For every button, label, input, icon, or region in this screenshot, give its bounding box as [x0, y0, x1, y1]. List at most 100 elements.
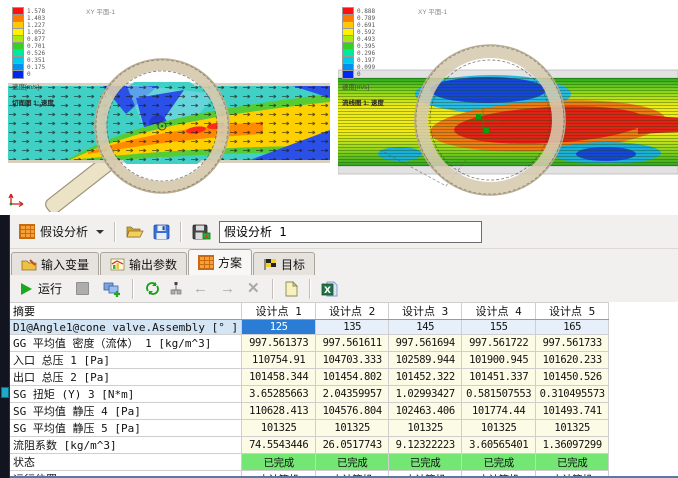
- batch-run-button[interactable]: [99, 279, 126, 299]
- legend-tick-value: 0: [27, 71, 31, 78]
- tab-goals[interactable]: 目标: [253, 252, 315, 275]
- design-point-cell[interactable]: 101325: [536, 420, 609, 437]
- legend-entry: 0: [342, 71, 384, 78]
- design-point-cell[interactable]: 101900.945: [462, 352, 536, 369]
- design-point-cell[interactable]: 已完成: [462, 454, 536, 471]
- row-label: SG 平均值 静压 5 [Pa]: [10, 420, 242, 437]
- legend-tick-value: 0.592: [357, 29, 375, 36]
- velocity-legend: 0.8880.7890.6910.5920.4930.3950.2960.197…: [342, 8, 384, 107]
- legend-tick-value: 1.227: [27, 22, 45, 29]
- design-point-cell[interactable]: 102589.944: [389, 352, 462, 369]
- whatif-analysis-menu[interactable]: 假设分析: [15, 221, 108, 242]
- design-point-cell[interactable]: 本计算机: [389, 471, 462, 477]
- open-study-button[interactable]: [122, 222, 149, 241]
- stop-icon[interactable]: [76, 282, 89, 295]
- legend-tick-value: 0.701: [27, 43, 45, 50]
- design-point-cell[interactable]: 101452.322: [389, 369, 462, 386]
- design-point-cell[interactable]: 104576.804: [316, 403, 389, 420]
- whatif-menu-label: 假设分析: [40, 223, 88, 240]
- separator: [272, 279, 274, 299]
- legend-tick-value: 0.197: [357, 57, 375, 64]
- new-document-button[interactable]: [280, 279, 303, 299]
- design-point-cell[interactable]: 145: [389, 320, 462, 335]
- design-point-cell[interactable]: 102463.406: [389, 403, 462, 420]
- design-point-cell[interactable]: 已完成: [242, 454, 316, 471]
- design-point-cell[interactable]: 165: [536, 320, 609, 335]
- design-point-cell[interactable]: 110628.413: [242, 403, 316, 420]
- export-excel-button[interactable]: X: [317, 279, 343, 299]
- cfd-flow-trajectory-plot: XY 平面-1 0.8880.7890.6910.5920.4930.3950.…: [338, 2, 678, 212]
- design-point-cell[interactable]: 101325: [389, 420, 462, 437]
- design-point-cell[interactable]: 101774.44: [462, 403, 536, 420]
- design-point-cell[interactable]: 997.561694: [389, 335, 462, 352]
- legend-tick-value: 1.403: [27, 15, 45, 22]
- design-point-cell[interactable]: 997.561373: [242, 335, 316, 352]
- table-row: SG 平均值 静压 5 [Pa]101325101325101325101325…: [10, 420, 609, 437]
- design-points-table: 摘要 设计点 1 设计点 2 设计点 3 设计点 4 设计点 5 D1@Angl…: [9, 302, 678, 476]
- previous-point-button[interactable]: ←: [187, 281, 214, 296]
- column-header[interactable]: 设计点 1: [242, 303, 316, 320]
- design-point-cell[interactable]: 26.0517743: [316, 437, 389, 454]
- add-point-button[interactable]: [165, 279, 187, 298]
- design-point-cell[interactable]: 101620.233: [536, 352, 609, 369]
- design-point-cell[interactable]: 125: [242, 320, 316, 335]
- design-point-cell[interactable]: 本计算机: [242, 471, 316, 477]
- design-point-cell[interactable]: 3.65285663: [242, 386, 316, 403]
- design-point-cell[interactable]: 101325: [462, 420, 536, 437]
- design-point-cell[interactable]: 101458.344: [242, 369, 316, 386]
- whatif-analysis-panel: 假设分析: [0, 215, 678, 478]
- design-point-cell[interactable]: 104703.333: [316, 352, 389, 369]
- design-point-cell[interactable]: 本计算机: [316, 471, 389, 477]
- design-point-cell[interactable]: 101493.741: [536, 403, 609, 420]
- side-window-edge: [0, 215, 10, 478]
- design-point-cell[interactable]: 997.561722: [462, 335, 536, 352]
- column-header[interactable]: 设计点 3: [389, 303, 462, 320]
- input-variables-icon: [21, 258, 37, 271]
- table-row: 运行位置:本计算机本计算机本计算机本计算机本计算机: [10, 471, 609, 477]
- design-point-cell[interactable]: 101325: [242, 420, 316, 437]
- design-point-cell[interactable]: 本计算机: [462, 471, 536, 477]
- column-header[interactable]: 设计点 5: [536, 303, 609, 320]
- delete-point-button[interactable]: ✕: [241, 281, 266, 296]
- excel-icon: X: [321, 281, 339, 297]
- study-name-input[interactable]: [219, 221, 482, 243]
- design-point-cell[interactable]: 本计算机: [536, 471, 609, 477]
- legend-tick-value: 0.493: [357, 36, 375, 43]
- design-point-cell[interactable]: 已完成: [536, 454, 609, 471]
- design-point-cell[interactable]: 997.561733: [536, 335, 609, 352]
- column-header[interactable]: 设计点 4: [462, 303, 536, 320]
- design-point-cell[interactable]: 101325: [316, 420, 389, 437]
- design-point-cell[interactable]: 9.12322223: [389, 437, 462, 454]
- run-button[interactable]: 运行: [17, 278, 66, 299]
- tab-scenarios[interactable]: 方案: [188, 249, 252, 275]
- cfd-cut-plot: XY 平面-1 1.5781.4031.2271.0520.8770.7010.…: [8, 2, 330, 212]
- legend-unit: 速度[m/s]: [12, 81, 54, 91]
- design-point-cell[interactable]: 已完成: [316, 454, 389, 471]
- design-point-cell[interactable]: 135: [316, 320, 389, 335]
- design-point-cell[interactable]: 1.36097299: [536, 437, 609, 454]
- design-point-cell[interactable]: 155: [462, 320, 536, 335]
- design-point-cell[interactable]: 0.310495573: [536, 386, 609, 403]
- docked-window-icon: [1, 387, 9, 398]
- tab-output-parameters[interactable]: 输出参数: [100, 252, 187, 275]
- next-point-button[interactable]: →: [214, 281, 241, 296]
- legend-tick-value: 0.789: [357, 15, 375, 22]
- save-study-button[interactable]: [149, 222, 174, 242]
- design-point-cell[interactable]: 101450.526: [536, 369, 609, 386]
- design-point-cell[interactable]: 74.5543446: [242, 437, 316, 454]
- separator: [180, 222, 182, 242]
- design-point-cell[interactable]: 1.02993427: [389, 386, 462, 403]
- design-point-cell[interactable]: 0.581507553: [462, 386, 536, 403]
- legend-entry: 0: [12, 71, 54, 78]
- tab-input-variables[interactable]: 输入变量: [11, 252, 99, 275]
- design-point-cell[interactable]: 997.561611: [316, 335, 389, 352]
- design-point-cell[interactable]: 3.60565401: [462, 437, 536, 454]
- save-as-button[interactable]: [188, 222, 215, 242]
- design-point-cell[interactable]: 101451.337: [462, 369, 536, 386]
- column-header[interactable]: 设计点 2: [316, 303, 389, 320]
- design-point-cell[interactable]: 110754.91: [242, 352, 316, 369]
- design-point-cell[interactable]: 101454.802: [316, 369, 389, 386]
- design-point-cell[interactable]: 2.04359957: [316, 386, 389, 403]
- design-point-cell[interactable]: 已完成: [389, 454, 462, 471]
- refresh-button[interactable]: [140, 279, 165, 298]
